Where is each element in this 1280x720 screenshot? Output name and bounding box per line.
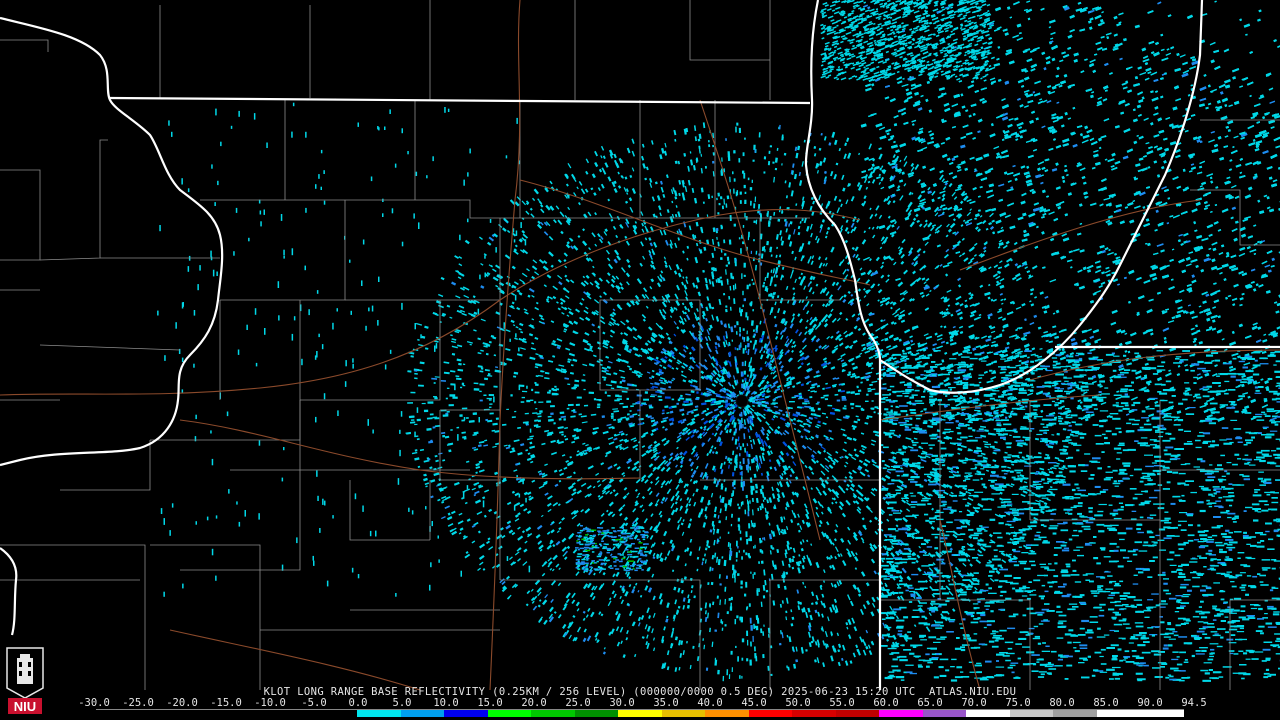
- scale-swatch: [574, 710, 619, 717]
- scale-tick: 50.0: [785, 697, 811, 709]
- scale-tick: -25.0: [122, 697, 154, 709]
- scale-swatch: [96, 710, 140, 717]
- scale-tick: 55.0: [829, 697, 855, 709]
- scale-tick: 40.0: [697, 697, 723, 709]
- scale-swatch: [792, 710, 836, 717]
- radar-map: [0, 0, 1280, 720]
- scale-swatch: [487, 710, 532, 717]
- scale-tick: -30.0: [78, 697, 110, 709]
- scale-tick: -10.0: [254, 697, 286, 709]
- scale-swatch: [661, 710, 706, 717]
- radar-site-marker: [735, 394, 749, 408]
- scale-swatch: [705, 710, 749, 717]
- scale-tick: 20.0: [521, 697, 547, 709]
- scale-swatch: [1053, 710, 1097, 717]
- scale-swatch: [1096, 710, 1141, 717]
- scale-tick: 30.0: [609, 697, 635, 709]
- scale-swatch: [139, 710, 184, 717]
- scale-tick: 94.5: [1181, 697, 1207, 709]
- scale-tick: 45.0: [741, 697, 767, 709]
- scale-swatch: [444, 710, 488, 717]
- scale-tick: 60.0: [873, 697, 899, 709]
- color-scale-ticks: -30.0 -25.0 -20.0 -15.0 -10.0 -5.0 0.0 5.0 10.0 1…: [78, 697, 1206, 709]
- scale-swatch: [879, 710, 923, 717]
- scale-tick: 75.0: [1005, 697, 1031, 709]
- niu-logo-text: NIU: [14, 699, 36, 714]
- scale-swatch: [400, 710, 445, 717]
- scale-tick: 70.0: [961, 697, 987, 709]
- scale-tick: 5.0: [392, 697, 412, 709]
- scale-swatch: [226, 710, 271, 717]
- scale-tick: 65.0: [917, 697, 943, 709]
- scale-swatch: [1009, 710, 1054, 717]
- scale-tick: -15.0: [210, 697, 242, 709]
- scale-swatch: [1140, 710, 1184, 717]
- scale-tick: 80.0: [1049, 697, 1075, 709]
- scale-swatch: [835, 710, 880, 717]
- scale-swatch: [966, 710, 1010, 717]
- scale-swatch: [313, 710, 358, 717]
- scale-tick: -5.0: [301, 697, 327, 709]
- scale-swatch: [270, 710, 314, 717]
- niu-logo: NIU: [6, 647, 44, 714]
- scale-swatch: [357, 710, 401, 717]
- scale-tick: 0.0: [348, 697, 368, 709]
- scale-swatch: [531, 710, 575, 717]
- scale-tick: 15.0: [477, 697, 503, 709]
- scale-swatch: [748, 710, 793, 717]
- scale-tick: 10.0: [433, 697, 459, 709]
- scale-tick: 35.0: [653, 697, 679, 709]
- scale-tick: -20.0: [166, 697, 198, 709]
- scale-swatch: [618, 710, 662, 717]
- scale-tick: 85.0: [1093, 697, 1119, 709]
- scale-tick: 90.0: [1137, 697, 1163, 709]
- color-scale-bar: [96, 709, 1184, 717]
- scale-tick: 25.0: [565, 697, 591, 709]
- scale-swatch: [922, 710, 967, 717]
- scale-swatch: [183, 710, 227, 717]
